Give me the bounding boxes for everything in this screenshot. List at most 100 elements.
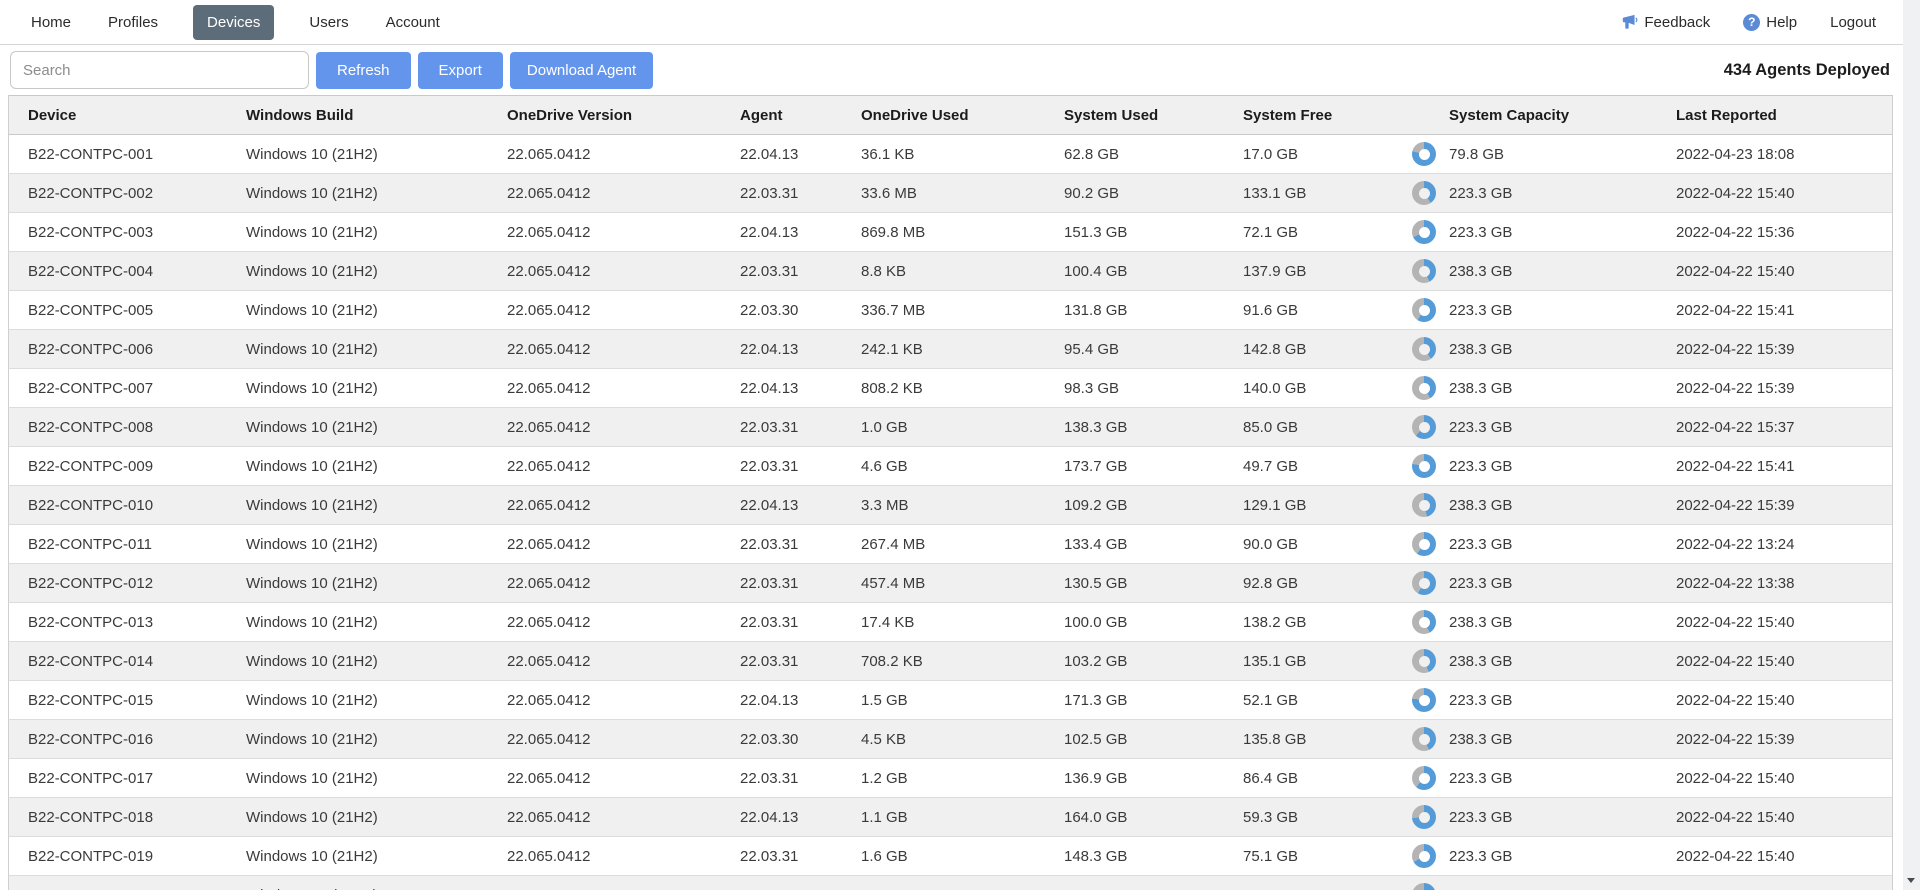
cell-windows-build: Windows 10 (21H2) — [246, 848, 507, 865]
logout-button[interactable]: Logout — [1830, 14, 1876, 31]
cell-usage-icon — [1412, 298, 1449, 322]
cell-system-used: 138.3 GB — [1064, 419, 1243, 436]
column-header-onedrive-version[interactable]: OneDrive Version — [507, 107, 740, 124]
table-row[interactable]: B22-CONTPC-011 Windows 10 (21H2) 22.065.… — [8, 525, 1893, 564]
cell-last-reported: 2022-04-22 15:40 — [1676, 614, 1894, 631]
cell-usage-icon — [1412, 844, 1449, 868]
cell-device: B22-CONTPC-018 — [9, 809, 246, 826]
capacity-donut-icon — [1412, 142, 1436, 166]
cell-windows-build: Windows 10 (21H2) — [246, 770, 507, 787]
cell-system-used: 130.5 GB — [1064, 575, 1243, 592]
scrollbar[interactable] — [1903, 0, 1920, 890]
cell-onedrive-used: 4.5 KB — [861, 731, 1064, 748]
nav-item-profiles[interactable]: Profiles — [106, 5, 160, 40]
column-header-system-free[interactable]: System Free — [1243, 107, 1412, 124]
table-row[interactable]: B22-CONTPC-009 Windows 10 (21H2) 22.065.… — [8, 447, 1893, 486]
help-label: Help — [1766, 14, 1797, 31]
column-header-agent[interactable]: Agent — [740, 107, 861, 124]
search-input[interactable] — [10, 51, 309, 89]
donut-hole — [1419, 734, 1430, 745]
cell-system-free: 90.0 GB — [1243, 536, 1412, 553]
capacity-donut-icon — [1412, 376, 1436, 400]
column-header-device[interactable]: Device — [9, 107, 246, 124]
column-header-system-used[interactable]: System Used — [1064, 107, 1243, 124]
column-header-system-capacity[interactable]: System Capacity — [1449, 107, 1676, 124]
cell-system-used: 100.4 GB — [1064, 263, 1243, 280]
table-row[interactable]: B22-CONTPC-012 Windows 10 (21H2) 22.065.… — [8, 564, 1893, 603]
table-header: Device Windows Build OneDrive Version Ag… — [8, 95, 1893, 135]
table-row[interactable]: B22-CONTPC-017 Windows 10 (21H2) 22.065.… — [8, 759, 1893, 798]
table-row[interactable]: B22-CONTPC-007 Windows 10 (21H2) 22.065.… — [8, 369, 1893, 408]
cell-system-used: 102.5 GB — [1064, 731, 1243, 748]
feedback-button[interactable]: Feedback — [1621, 14, 1710, 31]
cell-onedrive-used: 808.2 KB — [861, 380, 1064, 397]
cell-windows-build: Windows 10 (21H2) — [246, 497, 507, 514]
cell-onedrive-used: 17.4 KB — [861, 614, 1064, 631]
table-row[interactable]: B22-CONTPC-002 Windows 10 (21H2) 22.065.… — [8, 174, 1893, 213]
table-row[interactable]: B22-CONTPC-014 Windows 10 (21H2) 22.065.… — [8, 642, 1893, 681]
cell-device: B22-CONTPC-009 — [9, 458, 246, 475]
cell-agent: 22.03.31 — [740, 848, 861, 865]
cell-windows-build: Windows 10 (21H2) — [246, 731, 507, 748]
cell-system-free: 91.6 GB — [1243, 302, 1412, 319]
table-row[interactable]: B22-CONTPC-018 Windows 10 (21H2) 22.065.… — [8, 798, 1893, 837]
cell-last-reported: 2022-04-22 13:24 — [1676, 536, 1894, 553]
cell-onedrive-version: 22.065.0412 — [507, 146, 740, 163]
table-row[interactable]: B22-CONTPC-006 Windows 10 (21H2) 22.065.… — [8, 330, 1893, 369]
cell-agent: 22.04.13 — [740, 497, 861, 514]
cell-usage-icon — [1412, 610, 1449, 634]
capacity-donut-icon — [1412, 298, 1436, 322]
cell-device: B22-CONTPC-008 — [9, 419, 246, 436]
table-row[interactable]: B22-CONTPC-003 Windows 10 (21H2) 22.065.… — [8, 213, 1893, 252]
column-header-onedrive-used[interactable]: OneDrive Used — [861, 107, 1064, 124]
cell-last-reported: 2022-04-22 15:36 — [1676, 224, 1894, 241]
nav-item-users[interactable]: Users — [307, 5, 350, 40]
cell-onedrive-used: 1.1 GB — [861, 809, 1064, 826]
table-row[interactable]: B22-CONTPC-004 Windows 10 (21H2) 22.065.… — [8, 252, 1893, 291]
scroll-down-arrow-icon[interactable] — [1907, 878, 1915, 883]
table-row[interactable]: B22-CONTPC-010 Windows 10 (21H2) 22.065.… — [8, 486, 1893, 525]
cell-system-used: 103.2 GB — [1064, 653, 1243, 670]
export-button[interactable]: Export — [418, 52, 503, 89]
toolbar: Refresh Export Download Agent 434 Agents… — [0, 45, 1920, 95]
cell-windows-build: Windows 10 (21H2) — [246, 809, 507, 826]
table-row[interactable]: B22-CONTPC-005 Windows 10 (21H2) 22.065.… — [8, 291, 1893, 330]
cell-onedrive-version: 22.065.0412 — [507, 302, 740, 319]
download-agent-button[interactable]: Download Agent — [510, 52, 653, 89]
help-button[interactable]: ? Help — [1743, 14, 1797, 31]
nav-item-home[interactable]: Home — [29, 5, 73, 40]
cell-system-capacity: 238.3 GB — [1449, 263, 1676, 280]
donut-hole — [1419, 617, 1430, 628]
cell-device: B22-CONTPC-020 — [9, 887, 246, 890]
column-header-windows-build[interactable]: Windows Build — [246, 107, 507, 124]
nav-item-devices[interactable]: Devices — [193, 5, 274, 40]
table-row[interactable]: B22-CONTPC-013 Windows 10 (21H2) 22.065.… — [8, 603, 1893, 642]
nav-item-account[interactable]: Account — [384, 5, 442, 40]
cell-system-free: 140.0 GB — [1243, 380, 1412, 397]
table-row[interactable]: B22-CONTPC-008 Windows 10 (21H2) 22.065.… — [8, 408, 1893, 447]
cell-system-free: 142.8 GB — [1243, 341, 1412, 358]
donut-hole — [1419, 227, 1430, 238]
cell-system-capacity: 223.3 GB — [1449, 848, 1676, 865]
cell-onedrive-version: 22.065.0412 — [507, 497, 740, 514]
cell-device: B22-CONTPC-016 — [9, 731, 246, 748]
cell-last-reported: 2022-04-22 15:40 — [1676, 809, 1894, 826]
agents-deployed-count: 434 Agents Deployed — [1724, 61, 1890, 80]
cell-last-reported: 2022-04-22 15:39 — [1676, 497, 1894, 514]
cell-system-used: 133.4 GB — [1064, 536, 1243, 553]
cell-device: B22-CONTPC-015 — [9, 692, 246, 709]
cell-agent: 22.03.31 — [740, 419, 861, 436]
table-row[interactable]: B22-CONTPC-001 Windows 10 (21H2) 22.065.… — [8, 135, 1893, 174]
table-row[interactable]: B22-CONTPC-015 Windows 10 (21H2) 22.065.… — [8, 681, 1893, 720]
table-row[interactable]: B22-CONTPC-020 Windows 10 (21H2) 22.065.… — [8, 876, 1893, 890]
column-header-last-reported[interactable]: Last Reported — [1676, 107, 1894, 124]
cell-usage-icon — [1412, 493, 1449, 517]
cell-system-used: 109.2 GB — [1064, 497, 1243, 514]
table-row[interactable]: B22-CONTPC-016 Windows 10 (21H2) 22.065.… — [8, 720, 1893, 759]
cell-system-capacity: 223.3 GB — [1449, 185, 1676, 202]
refresh-button[interactable]: Refresh — [316, 52, 411, 89]
table-row[interactable]: B22-CONTPC-019 Windows 10 (21H2) 22.065.… — [8, 837, 1893, 876]
capacity-donut-icon — [1412, 571, 1436, 595]
cell-onedrive-version: 22.065.0412 — [507, 419, 740, 436]
cell-onedrive-version: 22.065.0412 — [507, 770, 740, 787]
